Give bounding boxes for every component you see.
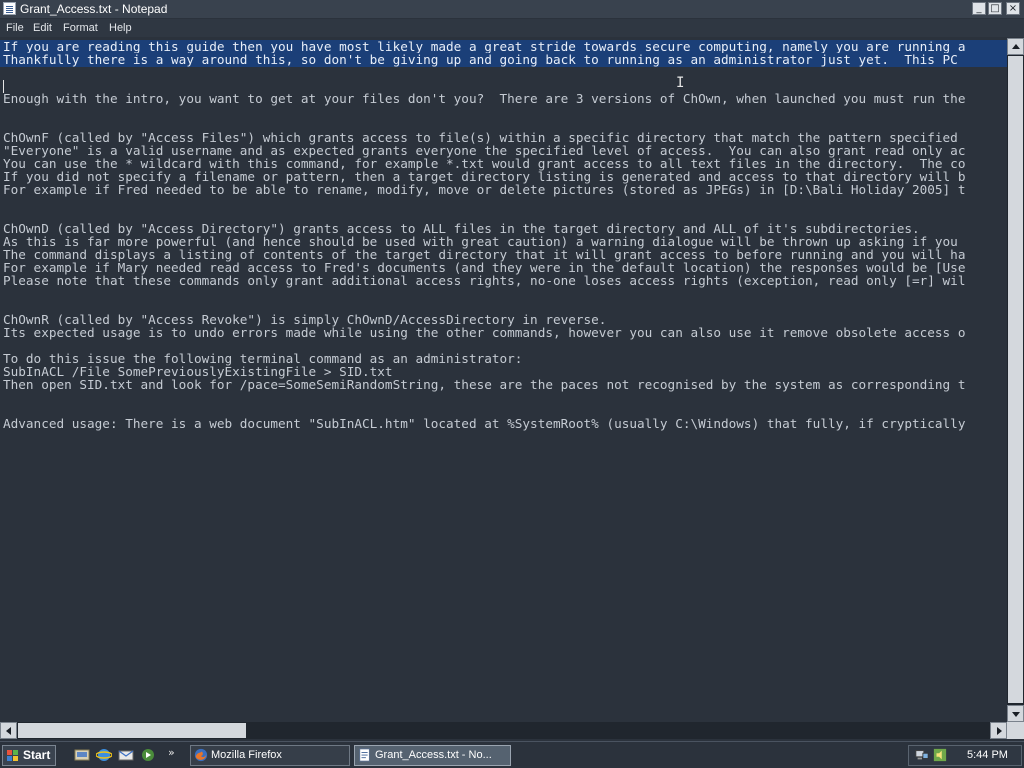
text-line: Advanced usage: There is a web document …	[3, 416, 966, 431]
system-tray: 5:44 PM	[908, 745, 1022, 766]
text-line: Enough with the intro, you want to get a…	[3, 91, 966, 106]
notepad-icon	[359, 748, 370, 762]
menu-format[interactable]: Format	[63, 21, 98, 35]
vertical-scrollbar[interactable]	[1007, 38, 1024, 722]
windows-media-icon[interactable]	[140, 747, 156, 763]
close-button[interactable]: ×	[1006, 2, 1020, 15]
scroll-up-button[interactable]	[1007, 38, 1024, 55]
internet-explorer-icon[interactable]	[96, 747, 112, 763]
vertical-scroll-thumb[interactable]	[1008, 56, 1023, 703]
ibeam-cursor-icon: Ι	[676, 75, 685, 91]
text-line: If you are reading this guide then you h…	[0, 40, 1007, 54]
volume-icon[interactable]	[933, 748, 947, 762]
text-line: Thankfully there is a way around this, s…	[0, 53, 1007, 67]
text-line: Its expected usage is to undo errors mad…	[3, 325, 966, 340]
start-button[interactable]: Start	[2, 745, 56, 766]
arrow-left-icon	[6, 727, 11, 735]
maximize-button[interactable]: □	[988, 2, 1002, 15]
quick-launch-more-button[interactable]: »	[168, 746, 175, 759]
arrow-down-icon	[1012, 712, 1020, 717]
text-line: Then open SID.txt and look for /pace=Som…	[3, 377, 966, 392]
notepad-app-icon[interactable]	[3, 2, 16, 15]
taskbar: Start » Mozilla Firefox Grant_Access.txt…	[0, 741, 1024, 768]
scroll-right-button[interactable]	[990, 722, 1007, 739]
menu-help[interactable]: Help	[109, 21, 132, 35]
text-line: For example if Fred needed to be able to…	[3, 182, 966, 197]
text-line: Please note that these commands only gra…	[3, 273, 966, 288]
title-bar: Grant_Access.txt - Notepad _ □ ×	[0, 0, 1024, 18]
scroll-down-button[interactable]	[1007, 705, 1024, 722]
firefox-icon	[194, 748, 208, 762]
menu-bar: File Edit Format Help	[0, 19, 1024, 37]
windows-logo-icon	[7, 750, 18, 761]
window-title: Grant_Access.txt - Notepad	[20, 2, 168, 16]
taskbar-item-notepad[interactable]: Grant_Access.txt - No...	[354, 745, 511, 766]
taskbar-item-label: Grant_Access.txt - No...	[375, 749, 492, 761]
taskbar-item-label: Mozilla Firefox	[211, 749, 282, 761]
arrow-right-icon	[997, 727, 1002, 735]
text-editor-area[interactable]: If you are reading this guide then you h…	[0, 38, 1007, 722]
horizontal-scrollbar[interactable]	[0, 722, 1007, 739]
text-caret	[3, 80, 4, 93]
menu-edit[interactable]: Edit	[33, 21, 52, 35]
start-label: Start	[23, 748, 51, 762]
network-icon[interactable]	[915, 748, 929, 762]
taskbar-item-firefox[interactable]: Mozilla Firefox	[190, 745, 350, 766]
minimize-button[interactable]: _	[972, 2, 986, 15]
outlook-express-icon[interactable]	[118, 747, 134, 763]
arrow-up-icon	[1012, 44, 1020, 49]
horizontal-scroll-thumb[interactable]	[18, 723, 246, 738]
scrollbar-corner	[1007, 722, 1024, 739]
clock[interactable]: 5:44 PM	[967, 749, 1008, 762]
menu-file[interactable]: File	[6, 21, 24, 35]
scroll-left-button[interactable]	[0, 722, 17, 739]
show-desktop-icon[interactable]	[74, 747, 90, 763]
